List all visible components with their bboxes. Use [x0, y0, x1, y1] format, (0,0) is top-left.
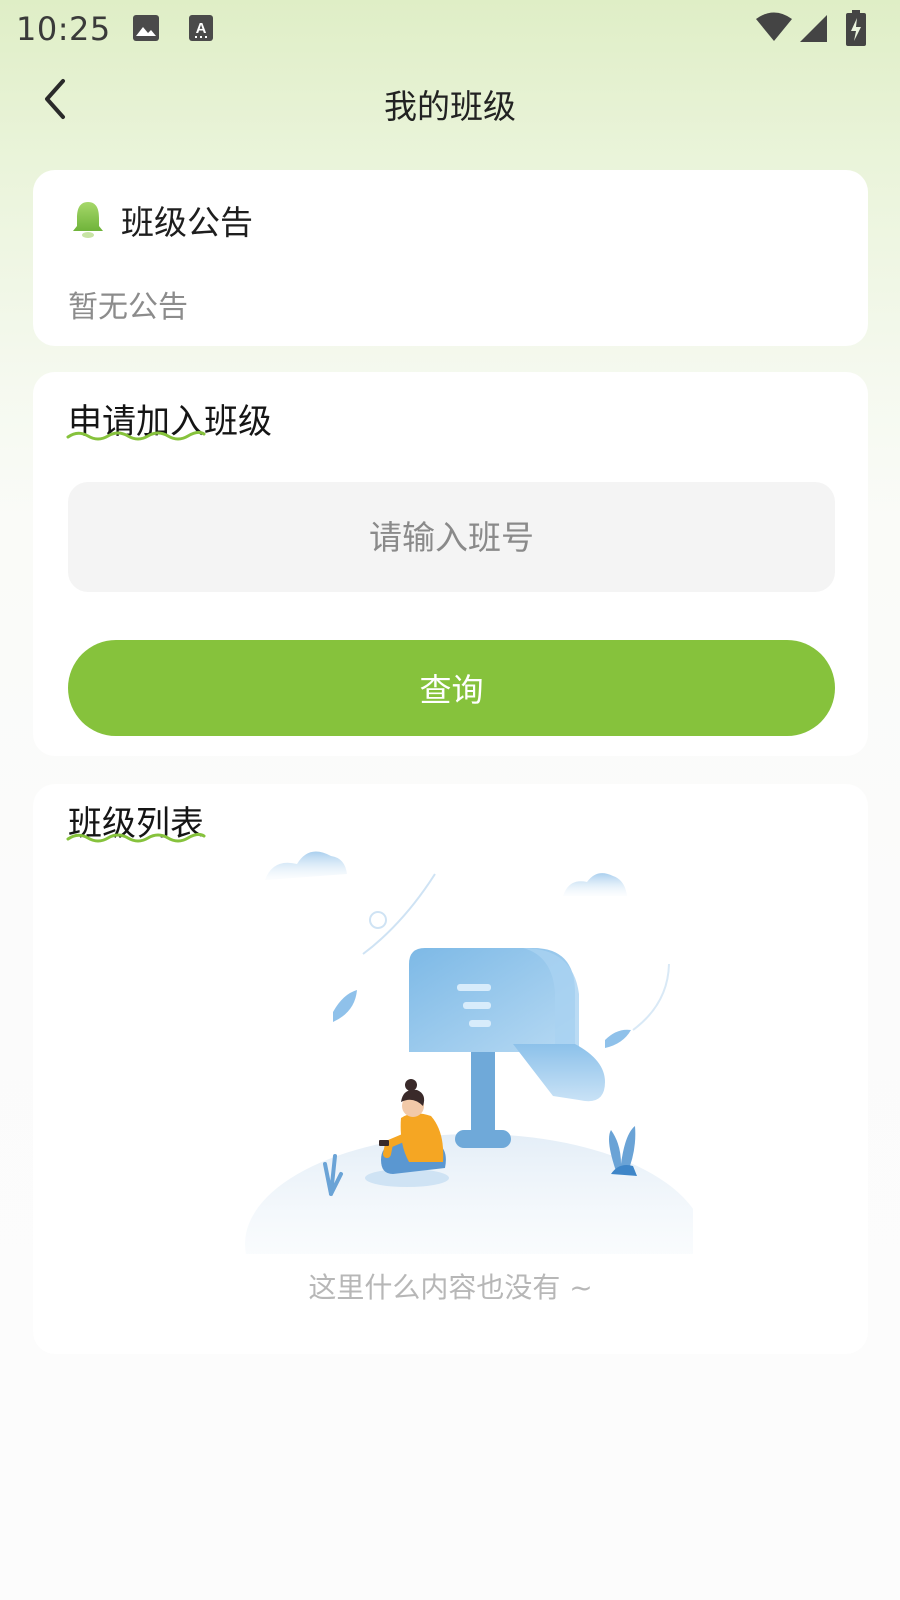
notice-title: 班级公告 [121, 203, 253, 242]
title-underline-wave [66, 832, 206, 843]
page-title: 我的班级 [384, 87, 516, 126]
mailbox-empty-illustration [245, 851, 693, 1254]
notice-header: 班级公告 [71, 196, 253, 244]
wifi-icon [756, 12, 792, 46]
join-class-card: 申请加入班级 查询 [33, 372, 868, 756]
status-time: 10:25 [16, 10, 111, 48]
signal-icon [800, 14, 828, 46]
class-number-input[interactable] [68, 482, 835, 592]
query-button[interactable]: 查询 [68, 640, 835, 736]
keyboard-a-icon: A [188, 14, 214, 46]
status-bar: 10:25 A [0, 0, 900, 60]
image-icon [132, 14, 160, 46]
app-header: 我的班级 [0, 60, 900, 140]
battery-charging-icon [846, 10, 866, 50]
svg-text:A: A [196, 20, 207, 37]
empty-state-text: 这里什么内容也没有 ~ [308, 1271, 593, 1304]
class-notice-card: 班级公告 暂无公告 [33, 170, 868, 346]
notice-content: 暂无公告 [68, 290, 188, 325]
title-underline-wave [66, 430, 206, 441]
class-list-card: 班级列表 这里什么内容也没有 ~ [33, 784, 868, 1354]
bell-icon [73, 202, 103, 238]
